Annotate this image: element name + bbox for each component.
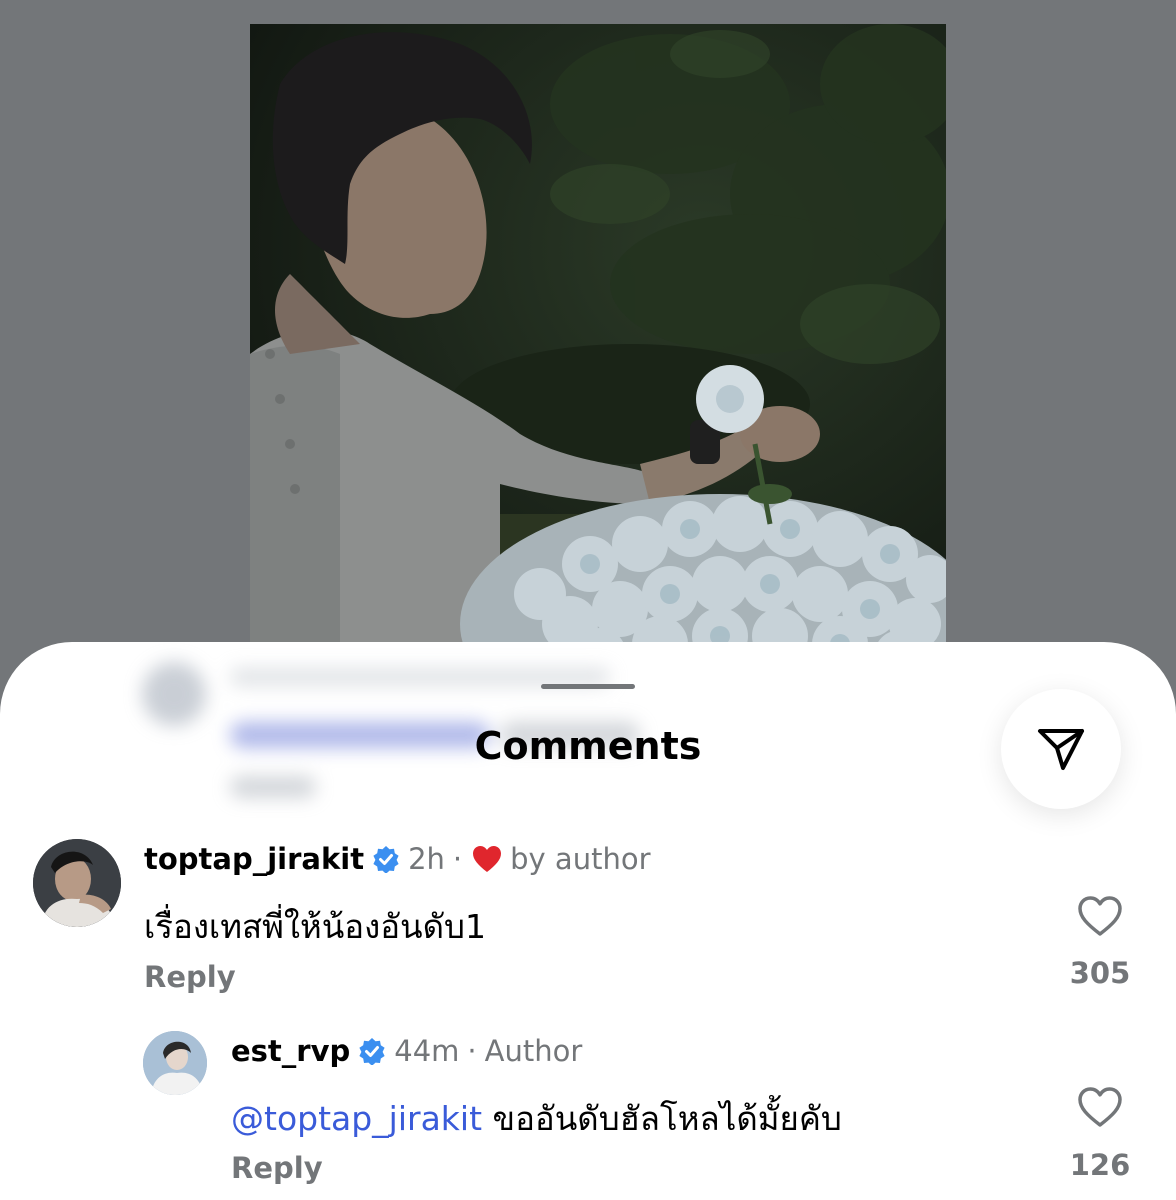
reply-button[interactable]: Reply — [231, 1151, 323, 1185]
comment-body: ขออันดับฮัลโหลได้มั้ยคับ — [492, 1099, 842, 1138]
timestamp: 44m — [394, 1034, 460, 1068]
separator-dot: · — [467, 1034, 477, 1068]
comment-2: est_rvp 44m · Author @toptap_jirakit ขออ… — [0, 642, 1176, 1200]
heart-outline-icon[interactable] — [1076, 1085, 1124, 1129]
like-count: 126 — [1069, 1148, 1131, 1182]
avatar[interactable] — [143, 1031, 207, 1095]
mention-link[interactable]: @toptap_jirakit — [231, 1099, 482, 1138]
comment-text: @toptap_jirakit ขออันดับฮัลโหลได้มั้ยคับ — [231, 1092, 842, 1145]
avatar-image — [143, 1031, 207, 1095]
comments-sheet: Comments toptap_jirakit 2h · by author เ… — [0, 642, 1176, 1200]
comment-meta: est_rvp 44m · Author — [231, 1034, 582, 1068]
author-label: Author — [484, 1034, 583, 1068]
post-photo — [250, 24, 946, 664]
screen: Comments toptap_jirakit 2h · by author เ… — [0, 0, 1176, 1200]
verified-badge-icon — [359, 1038, 385, 1065]
username[interactable]: est_rvp — [231, 1034, 350, 1068]
